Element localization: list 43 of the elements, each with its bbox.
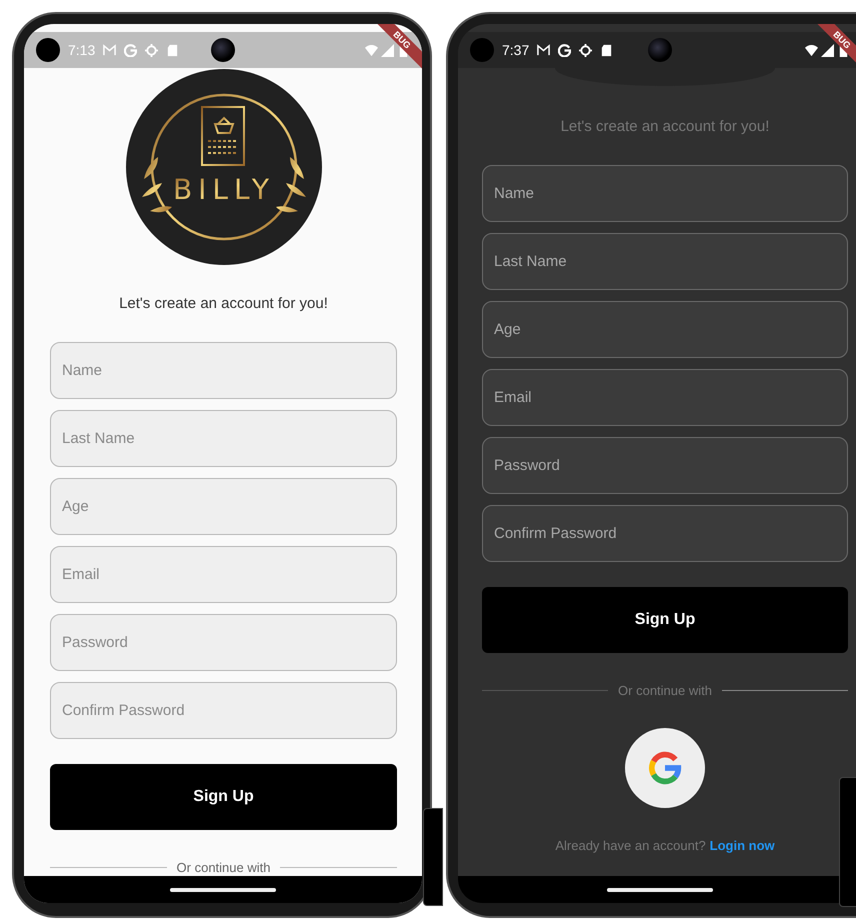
text-field[interactable]: Email (482, 369, 848, 426)
mail-icon (103, 44, 116, 56)
text-field[interactable]: Password (50, 614, 397, 671)
login-now-link[interactable]: Login now (710, 838, 775, 853)
logo-wordmark: BILLY (172, 173, 275, 206)
signal-icon (381, 44, 394, 56)
text-field[interactable]: Last Name (482, 233, 848, 290)
status-time: 7:13 (68, 42, 96, 58)
text-field[interactable]: Age (50, 478, 397, 535)
wifi-icon (805, 44, 818, 56)
text-field[interactable]: Password (482, 437, 848, 494)
sign-up-button[interactable]: Sign Up (50, 764, 397, 830)
text-field[interactable]: Email (50, 546, 397, 603)
gear-icon (145, 44, 158, 56)
signal-icon (821, 44, 834, 56)
google-g-icon (558, 44, 572, 56)
text-field[interactable]: Confirm Password (50, 682, 397, 739)
mail-icon (537, 44, 550, 56)
google-g-icon (646, 749, 684, 787)
front-camera-icon (648, 38, 672, 62)
subtitle-text: Let's create an account for you! (560, 118, 770, 135)
home-handle[interactable] (170, 888, 276, 892)
sign-up-button[interactable]: Sign Up (482, 587, 848, 653)
text-field[interactable]: Last Name (50, 410, 397, 467)
sd-card-icon (600, 44, 614, 56)
home-handle[interactable] (607, 888, 713, 892)
receipt-basket-icon (200, 106, 244, 166)
text-field[interactable]: Name (482, 165, 848, 222)
subtitle-text: Let's create an account for you! (118, 295, 329, 312)
camera-hole-icon (36, 38, 60, 62)
text-field[interactable]: Name (50, 342, 397, 399)
text-field[interactable]: Age (482, 301, 848, 358)
status-time: 7:37 (502, 42, 530, 58)
google-g-icon (124, 44, 138, 56)
divider-text: Or continue with (176, 860, 270, 875)
front-camera-icon (211, 38, 235, 62)
divider-text: Or continue with (618, 683, 712, 698)
login-prompt-text: Already have an account? (555, 838, 706, 853)
wifi-icon (365, 44, 378, 56)
camera-hole-icon (470, 38, 494, 62)
gear-icon (579, 44, 592, 56)
sd-card-icon (166, 44, 180, 56)
text-field[interactable]: Confirm Password (482, 505, 848, 562)
